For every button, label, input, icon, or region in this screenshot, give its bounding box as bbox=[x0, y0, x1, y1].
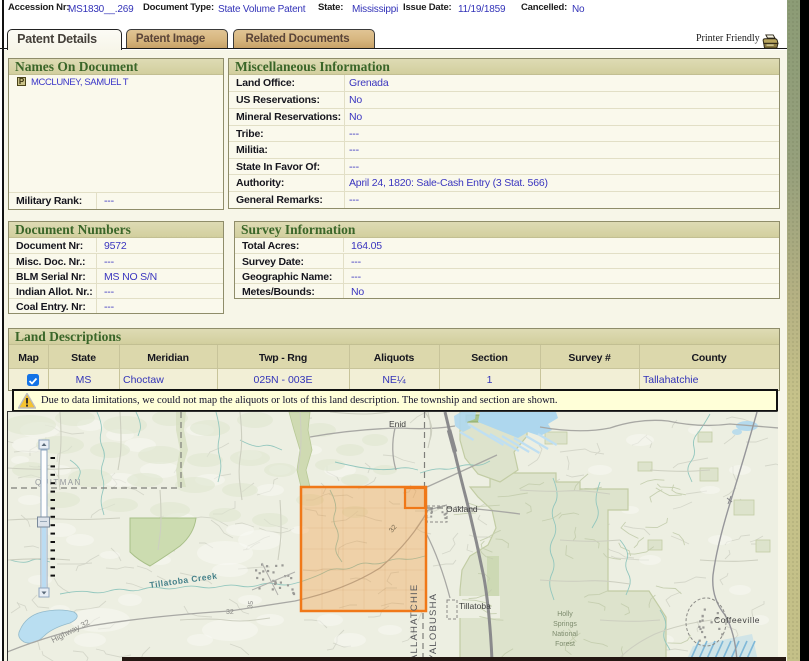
svg-text:Coffeeville: Coffeeville bbox=[714, 615, 760, 625]
svg-text:35: 35 bbox=[247, 600, 255, 609]
svg-text:Springs: Springs bbox=[553, 621, 577, 628]
svg-text:32: 32 bbox=[226, 609, 234, 616]
svg-text:YALOBUSHA: YALOBUSHA bbox=[428, 593, 439, 661]
svg-text:Holly: Holly bbox=[557, 611, 573, 618]
svg-text:Oakland: Oakland bbox=[446, 504, 478, 514]
svg-text:ALLAHATCHIE: ALLAHATCHIE bbox=[409, 584, 420, 661]
svg-text:Enid: Enid bbox=[389, 419, 406, 429]
svg-text:Forest: Forest bbox=[555, 641, 575, 648]
svg-text:National: National bbox=[552, 631, 578, 638]
svg-text:Tillatoba: Tillatoba bbox=[459, 601, 491, 611]
